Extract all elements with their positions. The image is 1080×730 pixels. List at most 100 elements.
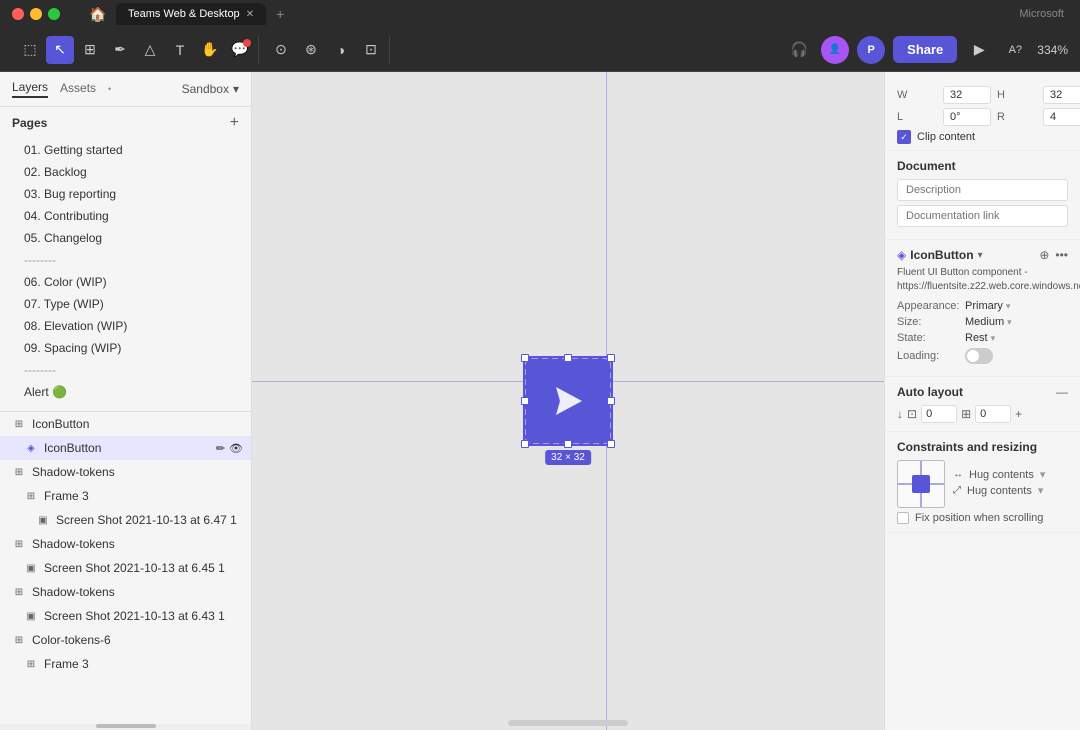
canvas-component[interactable]: 32 × 32 — [524, 357, 612, 445]
page-divider-1: -------- — [12, 249, 239, 271]
layer-color-tokens[interactable]: ⊞ Color-tokens-6 — [0, 628, 251, 652]
handle-tm[interactable] — [564, 354, 572, 362]
hand-tool[interactable]: ✋ — [196, 36, 224, 64]
sandbox-selector[interactable]: Sandbox ▾ — [182, 82, 239, 96]
component-more-icon[interactable]: ••• — [1055, 248, 1068, 262]
layer-screenshot-2[interactable]: ▣ Screen Shot 2021-10-13 at 6.45 1 — [0, 556, 251, 580]
handle-tl[interactable] — [521, 354, 529, 362]
font-inspector[interactable]: A? — [1001, 36, 1029, 64]
frame-tool[interactable]: ⊞ — [76, 36, 104, 64]
component-link-icon[interactable]: ⊕ — [1039, 248, 1049, 262]
layer-screenshot-1[interactable]: ▣ Screen Shot 2021-10-13 at 6.47 1 — [0, 508, 251, 532]
component-actions: ⊕ ••• — [1039, 248, 1068, 262]
shape-tool[interactable]: △ — [136, 36, 164, 64]
al-spacing-input[interactable] — [921, 405, 957, 423]
theme-tool[interactable]: ◑ — [327, 36, 355, 64]
tab-label: Teams Web & Desktop — [128, 8, 240, 20]
wrap-icon[interactable]: ⊡ — [907, 407, 917, 421]
padding-icon[interactable]: ⊞ — [961, 407, 971, 421]
al-padding-input[interactable] — [975, 405, 1011, 423]
handle-lm[interactable] — [521, 397, 529, 405]
iconbutton-component[interactable]: 32 × 32 — [524, 357, 612, 445]
add-al-icon[interactable]: + — [1015, 407, 1022, 421]
layer-frame3-2[interactable]: ⊞ Frame 3 — [0, 652, 251, 676]
l-input[interactable] — [943, 108, 991, 126]
page-05[interactable]: 05. Changelog — [12, 227, 239, 249]
new-tab-button[interactable]: + — [270, 4, 290, 24]
fix-position-checkbox[interactable] — [897, 512, 909, 524]
appearance-value[interactable]: Primary ▾ — [965, 300, 1010, 312]
loading-toggle[interactable] — [965, 348, 993, 364]
page-06[interactable]: 06. Color (WIP) — [12, 271, 239, 293]
pen-tool[interactable]: ✒ — [106, 36, 134, 64]
minimize-button[interactable] — [30, 8, 42, 20]
description-input[interactable] — [897, 179, 1068, 201]
hug-h-value[interactable]: Hug contents — [969, 469, 1034, 481]
dimensions-section: W H L R ✓ Clip content — [885, 80, 1080, 151]
add-page-button[interactable]: + — [230, 115, 239, 131]
clip-content-checkbox[interactable]: ✓ — [897, 130, 911, 144]
close-button[interactable] — [12, 8, 24, 20]
lr-row: L R — [897, 108, 1068, 126]
headphones-icon[interactable]: 🎧 — [785, 36, 813, 64]
doc-link-input[interactable] — [897, 205, 1068, 227]
page-01[interactable]: 01. Getting started — [12, 139, 239, 161]
zoom-level[interactable]: 334% — [1037, 43, 1068, 57]
move-tool[interactable]: ⬚ — [16, 36, 44, 64]
prop-appearance: Appearance: Primary ▾ — [897, 300, 1068, 312]
active-tab[interactable]: Teams Web & Desktop ✕ — [116, 3, 266, 25]
component-tool[interactable]: ⊙ — [267, 36, 295, 64]
more-tool[interactable]: ⊡ — [357, 36, 385, 64]
image-icon: ▣ — [24, 611, 38, 622]
state-value[interactable]: Rest ▾ — [965, 332, 995, 344]
share-button[interactable]: Share — [893, 36, 957, 63]
layer-shadow-3[interactable]: ⊞ Shadow-tokens — [0, 580, 251, 604]
page-04[interactable]: 04. Contributing — [12, 205, 239, 227]
clip-content-label: Clip content — [917, 131, 975, 143]
comment-tool[interactable]: 💬 — [226, 36, 254, 64]
r-input[interactable] — [1043, 108, 1080, 126]
select-tool[interactable]: ↖ — [46, 36, 74, 64]
handle-bm[interactable] — [564, 440, 572, 448]
layer-shadow-2[interactable]: ⊞ Shadow-tokens — [0, 532, 251, 556]
tab-layers[interactable]: Layers — [12, 80, 48, 98]
layer-iconbutton-frame[interactable]: ⊞ IconButton — [0, 412, 251, 436]
user-avatar[interactable]: 👤 — [821, 36, 849, 64]
team-avatar[interactable]: P — [857, 36, 885, 64]
text-tool[interactable]: T — [166, 36, 194, 64]
traffic-lights — [12, 8, 60, 20]
layer-action-edit[interactable]: ✏ — [216, 442, 225, 455]
handle-rm[interactable] — [607, 397, 615, 405]
play-button[interactable]: ▶ — [965, 36, 993, 64]
handle-bl[interactable] — [521, 440, 529, 448]
auto-layout-controls: ↓ ⊡ ⊞ + — [897, 405, 1068, 423]
chevron-down-icon: ▾ — [1007, 317, 1012, 328]
tab-assets[interactable]: Assets — [60, 81, 96, 97]
layer-visibility-icon[interactable]: 👁 — [229, 442, 243, 455]
size-value[interactable]: Medium ▾ — [965, 316, 1012, 328]
page-02[interactable]: 02. Backlog — [12, 161, 239, 183]
canvas-scrollbar[interactable] — [508, 720, 628, 726]
home-icon[interactable]: 🏠 — [84, 0, 112, 28]
direction-icon[interactable]: ↓ — [897, 407, 903, 421]
page-09[interactable]: 09. Spacing (WIP) — [12, 337, 239, 359]
page-alert[interactable]: Alert 🟢 — [12, 381, 239, 403]
layer-shadow-1[interactable]: ⊞ Shadow-tokens — [0, 460, 251, 484]
handle-tr[interactable] — [607, 354, 615, 362]
layer-iconbutton-comp[interactable]: ◈ IconButton ✏ 👁 — [0, 436, 251, 460]
layer-label: IconButton — [32, 417, 89, 431]
page-03[interactable]: 03. Bug reporting — [12, 183, 239, 205]
auto-layout-remove[interactable]: — — [1056, 385, 1068, 399]
layer-frame3[interactable]: ⊞ Frame 3 — [0, 484, 251, 508]
canvas[interactable]: 32 × 32 — [252, 72, 884, 730]
plugin-tool[interactable]: ⊛ — [297, 36, 325, 64]
h-input[interactable] — [1043, 86, 1080, 104]
hug-v-value[interactable]: Hug contents — [967, 485, 1032, 497]
handle-br[interactable] — [607, 440, 615, 448]
layer-screenshot-3[interactable]: ▣ Screen Shot 2021-10-13 at 6.43 1 — [0, 604, 251, 628]
w-input[interactable] — [943, 86, 991, 104]
close-tab-icon[interactable]: ✕ — [246, 9, 254, 20]
page-07[interactable]: 07. Type (WIP) — [12, 293, 239, 315]
maximize-button[interactable] — [48, 8, 60, 20]
page-08[interactable]: 08. Elevation (WIP) — [12, 315, 239, 337]
